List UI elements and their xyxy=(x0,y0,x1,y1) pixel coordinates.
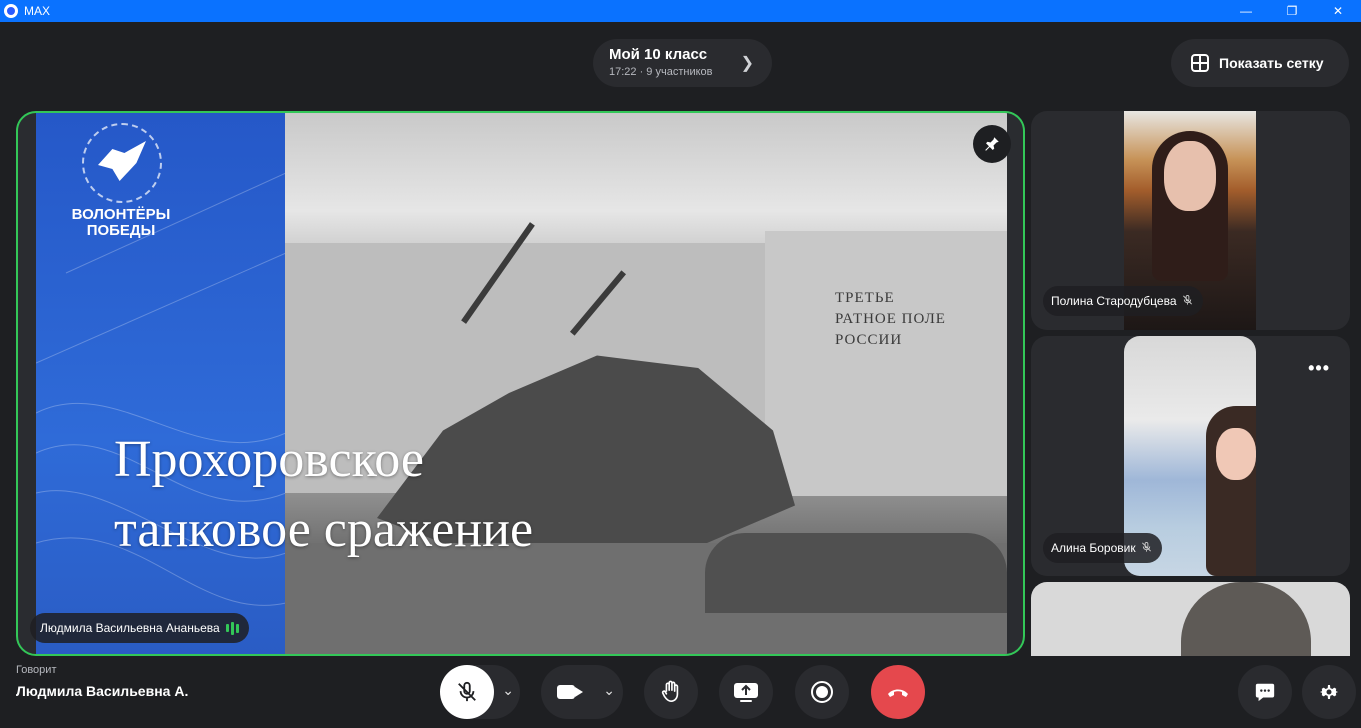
speaking-name: Людмила Васильевна А. xyxy=(16,683,189,699)
mic-off-icon xyxy=(1141,541,1152,556)
participant-name: Полина Стародубцева xyxy=(1051,294,1177,308)
restore-button[interactable]: ❐ xyxy=(1269,0,1315,22)
building-sign-line: РАТНОЕ ПОЛЕ xyxy=(835,311,946,327)
window-titlebar: MAX — ❐ ✕ xyxy=(0,0,1361,22)
show-grid-label: Показать сетку xyxy=(1219,55,1324,71)
pin-button[interactable] xyxy=(973,125,1011,163)
participant-face xyxy=(1164,141,1216,211)
settings-button[interactable] xyxy=(1302,665,1356,719)
minimize-button[interactable]: — xyxy=(1223,0,1269,22)
logo-line: ПОБЕДЫ xyxy=(86,222,156,239)
building-sign-line: ТРЕТЬЕ xyxy=(835,290,895,306)
more-options-icon[interactable]: ••• xyxy=(1308,358,1330,379)
chat-button[interactable] xyxy=(1238,665,1292,719)
slide-title: Прохоровское танковое сражение xyxy=(114,425,533,565)
app-name: MAX xyxy=(24,4,51,18)
participant-name: Алина Боровик xyxy=(1051,541,1136,555)
building-sign-line: РОССИИ xyxy=(835,332,903,348)
participant-name-badge: Полина Стародубцева xyxy=(1043,286,1203,316)
close-button[interactable]: ✕ xyxy=(1315,0,1361,22)
mic-off-icon xyxy=(1182,294,1193,309)
gear-icon xyxy=(1320,685,1338,699)
grid-icon xyxy=(1191,54,1209,72)
chat-info-button[interactable]: Мой 10 класс 17:22 · 9 участников ❯ xyxy=(593,39,772,87)
mic-off-icon xyxy=(458,681,476,702)
slide-photo: ТРЕТЬЕ РАТНОЕ ПОЛЕ РОССИИ xyxy=(285,113,1007,654)
speaker-name-badge: Людмила Васильевна Ананьева xyxy=(30,613,249,643)
record-button[interactable] xyxy=(795,665,849,719)
slide-title-line: танковое сражение xyxy=(114,501,534,558)
microphone-control[interactable]: ⌄ xyxy=(440,665,520,719)
logo-text: ВОЛОНТЁРЫ ПОБЕДЫ xyxy=(46,207,196,239)
participant-face xyxy=(1216,428,1256,480)
camera-control[interactable]: ⌄ xyxy=(541,665,623,719)
speaking-label: Говорит xyxy=(16,664,57,676)
show-grid-button[interactable]: Показать сетку xyxy=(1171,39,1349,87)
pin-icon xyxy=(985,137,999,151)
record-icon xyxy=(811,681,833,703)
main-speaker-tile[interactable]: ТРЕТЬЕ РАТНОЕ ПОЛЕ РОССИИ ВОЛОНТЁРЫ ПОБЕ… xyxy=(16,111,1025,656)
chat-subtitle: 17:22 · 9 участников xyxy=(609,66,713,78)
chevron-down-icon[interactable]: ⌄ xyxy=(603,682,615,699)
mic-toggle-button[interactable] xyxy=(440,665,494,719)
hand-icon xyxy=(661,680,679,702)
participant-tile[interactable]: Полина Стародубцева xyxy=(1031,111,1350,330)
raise-hand-button[interactable] xyxy=(644,665,698,719)
speaking-indicator-icon xyxy=(225,621,239,635)
camera-icon xyxy=(557,685,583,699)
chat-title: Мой 10 класс xyxy=(609,46,708,63)
bushes xyxy=(705,533,1007,613)
share-screen-icon xyxy=(734,683,758,702)
participant-tile[interactable] xyxy=(1031,582,1350,656)
volunteers-logo: ВОЛОНТЁРЫ ПОБЕДЫ xyxy=(46,123,176,239)
end-call-button[interactable] xyxy=(871,665,925,719)
museum-building-right xyxy=(765,231,1007,496)
participant-name-badge: Алина Боровик xyxy=(1043,533,1162,563)
window-controls: — ❐ ✕ xyxy=(1223,0,1361,22)
building-sign: ТРЕТЬЕ РАТНОЕ ПОЛЕ РОССИИ xyxy=(835,288,946,351)
app-logo-icon xyxy=(4,4,18,18)
speaker-name: Людмила Васильевна Ананьева xyxy=(40,621,220,635)
slide-title-line: Прохоровское xyxy=(114,431,424,488)
chevron-down-icon[interactable]: ⌄ xyxy=(502,682,514,699)
participant-video xyxy=(1181,582,1311,656)
hang-up-icon xyxy=(888,689,908,697)
share-screen-button[interactable] xyxy=(719,665,773,719)
logo-line: ВОЛОНТЁРЫ xyxy=(71,206,171,223)
chat-icon xyxy=(1255,683,1275,702)
participant-tile[interactable]: ••• Алина Боровик xyxy=(1031,336,1350,576)
chevron-right-icon: ❯ xyxy=(740,55,754,72)
